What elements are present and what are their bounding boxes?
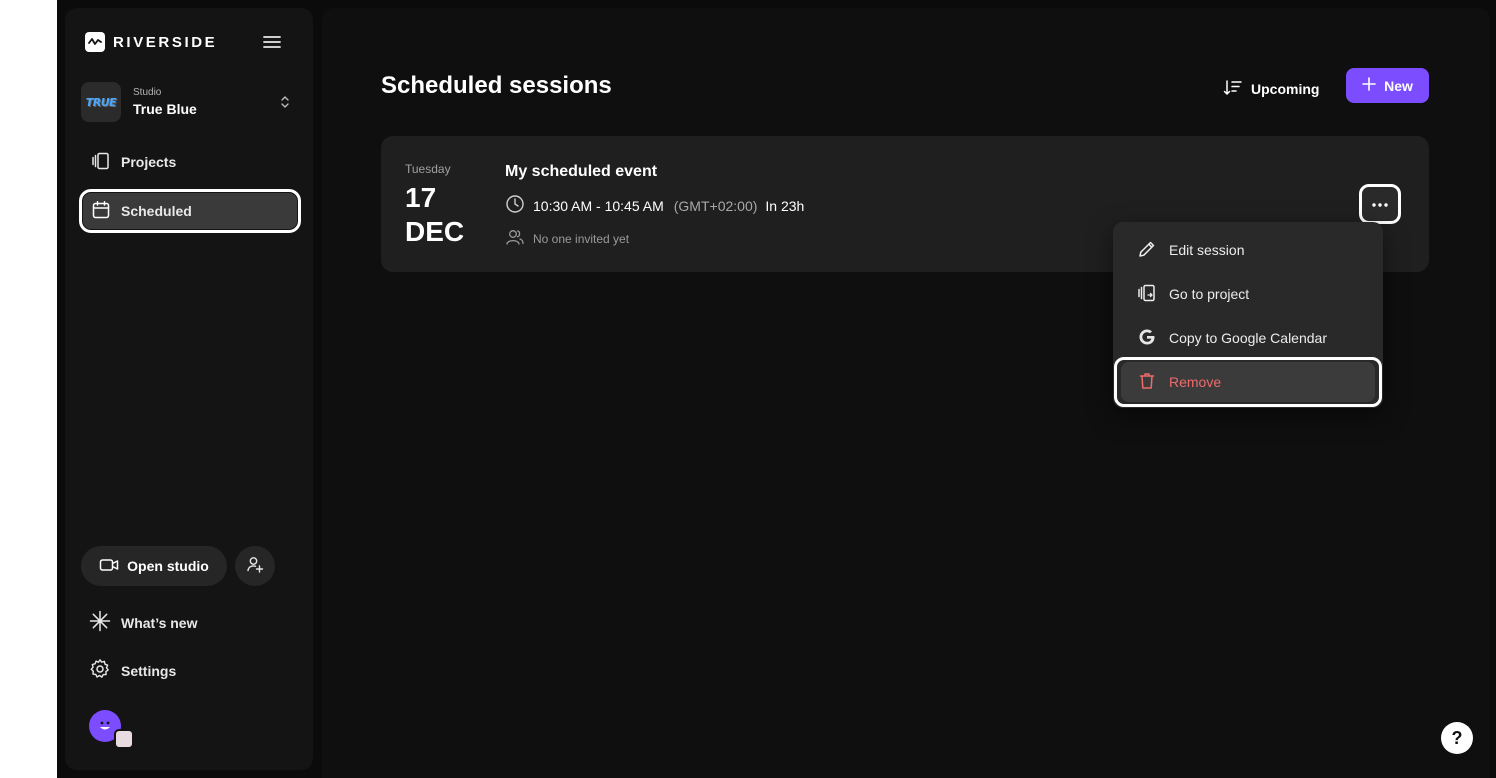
menu-item-go-to-project[interactable]: Go to project — [1121, 274, 1375, 314]
projects-icon — [91, 151, 111, 174]
sort-upcoming-button[interactable]: Upcoming — [1223, 74, 1319, 104]
menu-item-label: Edit session — [1169, 242, 1245, 258]
sidebar-item-projects[interactable]: Projects — [83, 144, 297, 180]
brand-name: RIVERSIDE — [113, 33, 218, 51]
video-camera-icon — [99, 557, 119, 576]
gear-icon — [89, 658, 111, 683]
studio-name: True Blue — [133, 101, 197, 117]
sort-icon — [1223, 79, 1243, 100]
studio-avatar: TRUE — [81, 82, 121, 122]
studio-caption: Studio — [133, 87, 162, 98]
sidebar-item-label: Projects — [121, 154, 177, 170]
sort-label: Upcoming — [1251, 81, 1320, 97]
menu-item-edit-session[interactable]: Edit session — [1121, 230, 1375, 270]
session-time: 10:30 AM - 10:45 AM — [533, 197, 664, 214]
new-session-button[interactable]: New — [1346, 68, 1429, 103]
help-button[interactable]: ? — [1441, 722, 1473, 754]
trash-icon — [1137, 371, 1157, 394]
session-day: 17 — [405, 182, 437, 213]
more-horizontal-icon — [1371, 195, 1389, 213]
session-actions-menu: Edit session Go to project Copy to Googl… — [1113, 222, 1383, 408]
session-timezone: (GMT+02:00) — [673, 197, 758, 214]
pencil-icon — [1137, 239, 1157, 262]
session-month: DEC — [405, 216, 465, 247]
chevron-up-down-icon — [279, 94, 291, 115]
session-relative-time: In 23h — [765, 197, 805, 214]
invite-user-button[interactable] — [235, 546, 275, 586]
current-studio-thumbnail — [114, 729, 134, 749]
logo[interactable]: RIVERSIDE — [85, 32, 217, 52]
session-time-row: 10:30 AM - 10:45 AM (GMT+02:00) In 23h — [505, 194, 804, 217]
users-icon — [505, 228, 525, 249]
session-day-name: Tuesday — [405, 162, 451, 176]
calendar-icon — [91, 200, 111, 223]
studio-avatar-text: TRUE — [85, 95, 117, 109]
add-user-icon — [246, 555, 264, 578]
clock-icon — [505, 194, 525, 217]
sparkle-icon — [89, 610, 111, 635]
plus-icon — [1362, 77, 1376, 94]
open-studio-label: Open studio — [127, 558, 209, 574]
studio-switcher[interactable]: TRUE Studio True Blue — [81, 82, 301, 122]
menu-item-copy-google-calendar[interactable]: Copy to Google Calendar — [1121, 318, 1375, 358]
app: RIVERSIDE TRUE Studio True Blue Projects — [57, 0, 1496, 778]
menu-item-label: Copy to Google Calendar — [1169, 330, 1327, 346]
main-content: Scheduled sessions Upcoming New Tuesday … — [322, 8, 1490, 778]
go-to-project-icon — [1137, 283, 1157, 306]
page-title: Scheduled sessions — [381, 72, 612, 99]
sidebar-item-label: Scheduled — [121, 203, 192, 219]
new-label: New — [1384, 77, 1413, 94]
riverside-logo-icon — [85, 32, 105, 52]
whats-new-link[interactable]: What’s new — [89, 610, 198, 635]
menu-item-label: Remove — [1169, 374, 1222, 390]
menu-item-label: Go to project — [1169, 286, 1250, 302]
open-studio-button[interactable]: Open studio — [81, 546, 227, 586]
session-title: My scheduled event — [505, 163, 658, 180]
menu-item-remove[interactable]: Remove — [1121, 362, 1375, 402]
sidebar: RIVERSIDE TRUE Studio True Blue Projects — [65, 8, 313, 770]
google-icon — [1137, 327, 1157, 350]
help-label: ? — [1451, 727, 1463, 748]
session-invited-text: No one invited yet — [533, 231, 630, 246]
session-more-button[interactable] — [1359, 184, 1401, 224]
whats-new-label: What’s new — [121, 614, 198, 631]
menu-toggle-icon[interactable] — [263, 34, 281, 50]
sidebar-item-scheduled[interactable]: Scheduled — [79, 189, 301, 233]
settings-label: Settings — [121, 662, 177, 679]
session-invited-row: No one invited yet — [505, 228, 629, 249]
settings-link[interactable]: Settings — [89, 658, 176, 683]
